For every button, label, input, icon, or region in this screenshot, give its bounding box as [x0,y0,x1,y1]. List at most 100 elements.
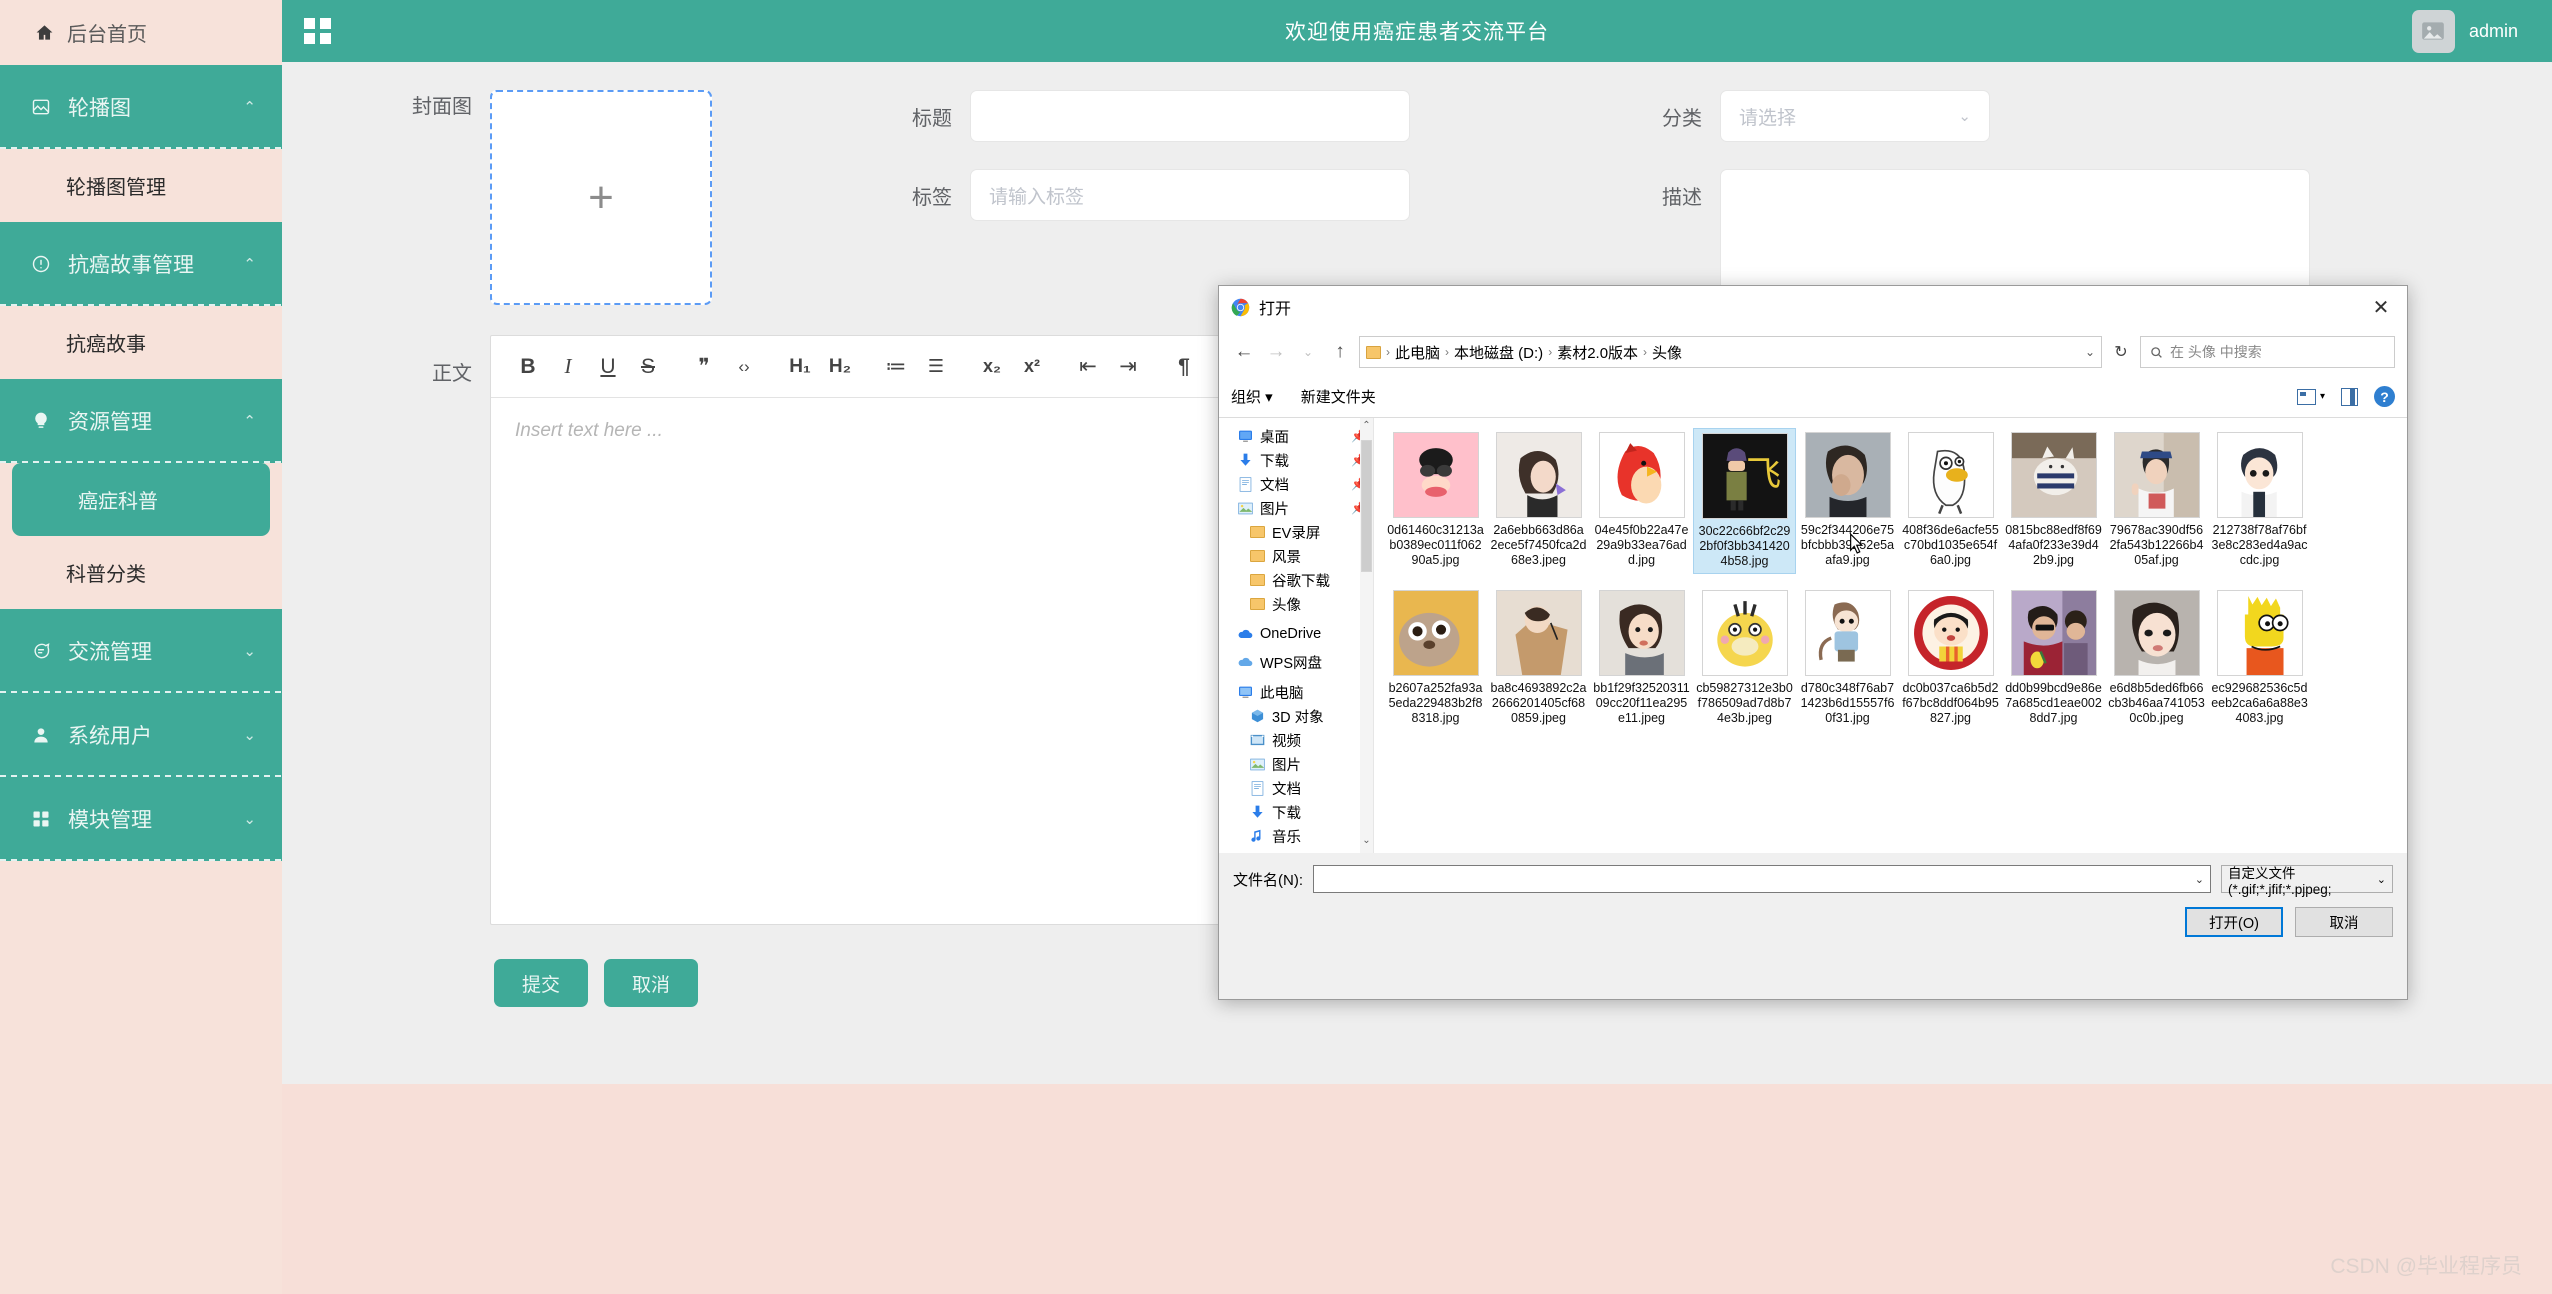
file-item[interactable]: bb1f29f3252031109cc20f11ea295e11.jpeg [1590,586,1693,730]
nav-item-scenery[interactable]: 风景 [1219,544,1373,568]
nav-item-documents-pc[interactable]: 文档 [1219,776,1373,800]
superscript-icon[interactable]: x² [1017,350,1047,384]
ordered-list-icon[interactable]: ≔ [881,350,911,384]
tag-input[interactable]: 请输入标签 [970,169,1410,221]
outdent-icon[interactable]: ⇤ [1073,350,1103,384]
file-item[interactable]: dd0b99bcd9e86e7a685cd1eae0028dd7.jpg [2002,586,2105,730]
dialog-cancel-button[interactable]: 取消 [2295,907,2393,937]
cover-upload-box[interactable]: + [490,90,712,305]
text-direction-icon[interactable]: ¶ [1169,350,1199,384]
indent-icon[interactable]: ⇥ [1113,350,1143,384]
file-item[interactable]: dc0b037ca6b5d2f67bc8ddf064b95827.jpg [1899,586,2002,730]
file-list-pane[interactable]: 0d61460c31213ab0389ec011f06290a5.jpg 2a6… [1374,418,2407,853]
up-icon[interactable]: ↑ [1327,337,1353,367]
breadcrumb[interactable]: › 此电脑 › 本地磁盘 (D:) › 素材2.0版本 › 头像 ⌄ [1359,336,2102,368]
sidebar-group-resources[interactable]: 资源管理 ⌃ [0,379,282,463]
chevron-down-icon[interactable]: ⌄ [2195,873,2204,886]
heading1-icon[interactable]: H₁ [785,350,815,384]
sidebar-group-carousel[interactable]: 轮播图 ⌃ [0,65,282,149]
help-icon[interactable]: ? [2374,386,2395,407]
nav-item-desktop[interactable]: 桌面 📌 [1219,424,1373,448]
sidebar-item-home[interactable]: 后台首页 [0,0,282,65]
search-input[interactable]: 在 头像 中搜索 [2140,336,2395,368]
chevron-down-icon[interactable]: ⌄ [2085,345,2095,359]
preview-pane-icon[interactable] [2341,387,2358,406]
sidebar-group-stories[interactable]: 抗癌故事管理 ⌃ [0,222,282,306]
nav-item-documents[interactable]: 文档 📌 [1219,472,1373,496]
navigation-pane[interactable]: 桌面 📌 下载 📌 文档 📌 图片 📌 EV录屏 风景 谷歌下载 头像 OneDrive… [1219,418,1374,853]
breadcrumb-item-3[interactable]: 头像 [1652,342,1682,363]
nav-item-this-pc[interactable]: 此电脑 [1219,680,1373,704]
nav-item-downloads[interactable]: 下载 📌 [1219,448,1373,472]
breadcrumb-item-2[interactable]: 素材2.0版本 [1557,342,1638,363]
strikethrough-icon[interactable]: S [633,350,663,384]
cancel-button[interactable]: 取消 [604,959,699,1007]
history-dropdown-icon[interactable]: ⌄ [1295,337,1321,367]
breadcrumb-item-0[interactable]: 此电脑 [1395,342,1440,363]
file-item[interactable]: 408f36de6acfe55c70bd1035e654f6a0.jpg [1899,428,2002,574]
file-item[interactable]: d780c348f76ab71423b6d15557f60f31.jpg [1796,586,1899,730]
file-item[interactable]: 0815bc88edf8f694afa0f233e39d42b9.jpg [2002,428,2105,574]
file-item[interactable]: ba8c4693892c2a2666201405cf680859.jpeg [1487,586,1590,730]
filename-input[interactable]: ⌄ [1313,865,2211,893]
scrollbar-thumb[interactable] [1361,440,1372,572]
file-open-dialog[interactable]: 打开 ✕ ← → ⌄ ↑ › 此电脑 › 本地磁盘 (D:) › 素材2.0版本… [1218,285,2408,1000]
nav-item-pictures[interactable]: 图片 📌 [1219,496,1373,520]
bullet-list-icon[interactable]: ☰ [921,350,951,384]
blockquote-icon[interactable]: ❞ [689,350,719,384]
new-folder-button[interactable]: 新建文件夹 [1301,386,1376,407]
nav-item-wps-cloud[interactable]: WPS网盘 [1219,650,1373,674]
file-item[interactable]: 59c2f344206e75bfcbbb39252e5aafa9.jpg [1796,428,1899,574]
sidebar-item-carousel-manage[interactable]: 轮播图管理 [0,149,282,222]
code-block-icon[interactable]: ‹› [729,350,759,384]
italic-icon[interactable]: I [553,350,583,384]
open-button[interactable]: 打开(O) [2185,907,2283,937]
underline-icon[interactable]: U [593,350,623,384]
close-icon[interactable]: ✕ [2355,286,2407,328]
sidebar-group-users[interactable]: 系统用户 ⌄ [0,693,282,777]
filetype-select[interactable]: 自定义文件 (*.gif;*.jfif;*.pjpeg; ⌄ [2221,865,2393,897]
bold-icon[interactable]: B [513,350,543,384]
scroll-up-icon[interactable]: ⌃ [1360,420,1373,436]
refresh-icon[interactable]: ↻ [2108,337,2134,367]
file-item[interactable]: 飞 30c22c66bf2c292bf0f3bb3414204b58.jpg [1693,428,1796,574]
nav-item-3d-objects[interactable]: 3D 对象 [1219,704,1373,728]
sidebar-item-science-category[interactable]: 科普分类 [0,536,282,609]
nav-item-google-downloads[interactable]: 谷歌下载 [1219,568,1373,592]
navpane-scrollbar[interactable]: ⌃ ⌄ [1360,418,1373,853]
file-item[interactable]: 79678ac390df562fa543b12266b405af.jpg [2105,428,2208,574]
nav-item-onedrive[interactable]: OneDrive [1219,622,1373,646]
sidebar-item-cancer-science[interactable]: 癌症科普 [12,463,270,536]
forward-icon[interactable]: → [1263,337,1289,367]
file-item[interactable]: ec929682536c5deeb2ca6a6a88e34083.jpg [2208,586,2311,730]
back-icon[interactable]: ← [1231,337,1257,367]
file-item[interactable]: cb59827312e3b0f786509ad7d8b74e3b.jpeg [1693,586,1796,730]
organize-button[interactable]: 组织 ▾ [1231,386,1273,407]
file-item[interactable]: 04e45f0b22a47e29a9b33ea76add.jpg [1590,428,1693,574]
file-item[interactable]: 212738f78af76bf3e8c283ed4a9accdc.jpg [2208,428,2311,574]
nav-item-ev-recorder[interactable]: EV录屏 [1219,520,1373,544]
grid-menu-icon[interactable] [304,18,331,44]
nav-item-videos[interactable]: 视频 [1219,728,1373,752]
category-select[interactable]: 请选择 ⌄ [1720,90,1990,142]
avatar[interactable] [2411,9,2455,53]
heading2-icon[interactable]: H₂ [825,350,855,384]
file-item[interactable]: 2a6ebb663d86a2ece5f7450fca2d68e3.jpeg [1487,428,1590,574]
nav-item-music[interactable]: 音乐 [1219,824,1373,848]
title-input[interactable] [970,90,1410,142]
subscript-icon[interactable]: x₂ [977,350,1007,384]
sidebar-item-story[interactable]: 抗癌故事 [0,306,282,379]
file-item[interactable]: 0d61460c31213ab0389ec011f06290a5.jpg [1384,428,1487,574]
view-mode-button[interactable]: ▾ [2296,388,2325,405]
file-item[interactable]: e6d8b5ded6fb66cb3b46aa7410530c0b.jpeg [2105,586,2208,730]
submit-button[interactable]: 提交 [494,959,589,1007]
user-box[interactable]: admin [2411,9,2518,53]
sidebar-group-modules[interactable]: 模块管理 ⌄ [0,777,282,861]
nav-item-avatars[interactable]: 头像 [1219,592,1373,616]
scroll-down-icon[interactable]: ⌄ [1360,835,1373,851]
nav-item-downloads-pc[interactable]: 下载 [1219,800,1373,824]
description-textarea[interactable] [1720,169,2310,294]
nav-item-desktop-pc[interactable]: 桌面 [1219,848,1373,853]
sidebar-group-communication[interactable]: 交流管理 ⌄ [0,609,282,693]
file-item[interactable]: b2607a252fa93a5eda229483b2f88318.jpg [1384,586,1487,730]
